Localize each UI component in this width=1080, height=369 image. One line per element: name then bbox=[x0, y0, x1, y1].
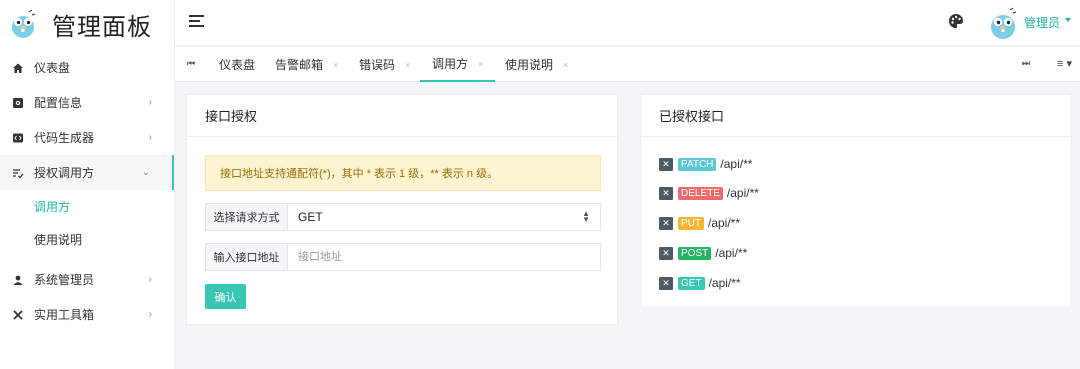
gopher-logo-icon bbox=[12, 9, 36, 38]
tab-label: 调用方 bbox=[432, 57, 469, 71]
path-row: 输入接口地址 bbox=[205, 243, 601, 271]
user-menu[interactable]: 管理员 bbox=[1024, 14, 1060, 31]
tab-alert-email[interactable]: 告警邮箱 × bbox=[275, 47, 338, 82]
method-value: GET bbox=[298, 210, 323, 224]
sidebar-item-label: 实用工具箱 bbox=[34, 308, 95, 322]
remove-icon[interactable]: ✕ bbox=[659, 276, 673, 290]
tab-menu-icon[interactable]: ≡ ▾ bbox=[1057, 57, 1072, 70]
sidebar-item-codegen[interactable]: 代码生成器 › bbox=[0, 120, 174, 155]
method-row: 选择请求方式 GET ▲ ▼ bbox=[205, 203, 601, 231]
card-title: 已授权接口 bbox=[641, 95, 1071, 137]
api-item: ✕ POST /api/** bbox=[659, 245, 747, 261]
close-icon[interactable]: × bbox=[405, 60, 410, 70]
sidebar: 管理面板 仪表盘 配置信息 › 代码生成器 › 授权调用方 ⌄ 调用方 使用说明… bbox=[0, 0, 175, 369]
sidebar-item-dashboard[interactable]: 仪表盘 bbox=[0, 50, 174, 85]
avatar[interactable] bbox=[986, 6, 1020, 40]
confirm-button[interactable]: 确认 bbox=[205, 284, 246, 309]
sidebar-item-admins[interactable]: 系统管理员 › bbox=[0, 262, 174, 297]
caret-down-icon[interactable] bbox=[1065, 18, 1071, 22]
chevron-right-icon: › bbox=[148, 309, 152, 320]
method-badge: GET bbox=[678, 276, 705, 290]
tab-dashboard[interactable]: 仪表盘 bbox=[219, 47, 255, 82]
method-badge: POST bbox=[678, 246, 712, 260]
sidebar-item-config[interactable]: 配置信息 › bbox=[0, 85, 174, 120]
method-badge: DELETE bbox=[678, 186, 723, 200]
wildcard-hint-alert: 接口地址支持通配符(*)，其中 * 表示 1 级，** 表示 n 级。 bbox=[205, 155, 601, 191]
tab-scroll-left-icon[interactable]: ⏮ bbox=[187, 58, 195, 69]
api-path: /api/** bbox=[708, 276, 741, 290]
auth-form-card: 接口授权 接口地址支持通配符(*)，其中 * 表示 1 级，** 表示 n 级。… bbox=[186, 94, 618, 325]
api-item: ✕ PATCH /api/** bbox=[659, 156, 752, 172]
palette-icon[interactable] bbox=[948, 13, 964, 29]
sidebar-item-label: 授权调用方 bbox=[34, 166, 95, 180]
api-item: ✕ GET /api/** bbox=[659, 275, 741, 291]
sidebar-item-toolbox[interactable]: 实用工具箱 › bbox=[0, 297, 174, 332]
tools-icon bbox=[12, 309, 24, 321]
chevron-down-icon: ⌄ bbox=[141, 167, 150, 178]
close-icon[interactable]: × bbox=[478, 59, 483, 69]
menu-toggle-icon[interactable] bbox=[189, 15, 204, 27]
path-label: 输入接口地址 bbox=[206, 244, 288, 270]
remove-icon[interactable]: ✕ bbox=[659, 216, 673, 230]
close-icon[interactable]: × bbox=[563, 60, 568, 70]
tab-usage[interactable]: 使用说明 × bbox=[505, 47, 568, 82]
remove-icon[interactable]: ✕ bbox=[659, 157, 673, 171]
card-title: 接口授权 bbox=[187, 95, 617, 137]
home-icon bbox=[12, 62, 24, 74]
close-icon[interactable]: × bbox=[333, 60, 338, 70]
chevron-right-icon: › bbox=[148, 274, 152, 285]
chevron-right-icon: › bbox=[148, 97, 152, 108]
sidebar-item-label: 系统管理员 bbox=[34, 273, 95, 287]
tab-error-codes[interactable]: 错误码 × bbox=[359, 47, 410, 82]
sidebar-item-label: 仪表盘 bbox=[34, 61, 71, 75]
top-header: 管理员 bbox=[175, 0, 1080, 46]
logo[interactable]: 管理面板 bbox=[0, 0, 174, 48]
method-label: 选择请求方式 bbox=[206, 204, 288, 230]
api-path: /api/** bbox=[715, 246, 748, 260]
chevron-right-icon: › bbox=[148, 132, 152, 143]
code-icon bbox=[12, 132, 24, 144]
method-badge: PATCH bbox=[678, 157, 717, 171]
tab-label: 仪表盘 bbox=[219, 58, 256, 72]
sidebar-item-label: 代码生成器 bbox=[34, 131, 95, 145]
tab-bar: ⏮ 仪表盘 告警邮箱 × 错误码 × 调用方 × 使用说明 × ⏭ ≡ ▾ bbox=[175, 47, 1080, 82]
app-title: 管理面板 bbox=[52, 13, 152, 41]
tab-scroll-right-icon[interactable]: ⏭ bbox=[1022, 58, 1030, 69]
api-path: /api/** bbox=[708, 216, 741, 230]
select-arrows-icon: ▲ ▼ bbox=[582, 209, 590, 224]
path-input[interactable] bbox=[288, 244, 600, 270]
api-path: /api/** bbox=[720, 157, 753, 171]
method-badge: PUT bbox=[678, 216, 704, 230]
method-select[interactable]: GET ▲ ▼ bbox=[288, 204, 600, 230]
tab-callers[interactable]: 调用方 × bbox=[420, 47, 496, 82]
tab-label: 使用说明 bbox=[505, 58, 554, 72]
remove-icon[interactable]: ✕ bbox=[659, 246, 673, 260]
tab-label: 错误码 bbox=[359, 58, 396, 72]
api-item: ✕ PUT /api/** bbox=[659, 215, 740, 231]
authorized-api-card: 已授权接口 ✕ PATCH /api/** ✕ DELETE /api/** ✕… bbox=[640, 94, 1072, 308]
gear-icon bbox=[12, 97, 24, 109]
sidebar-item-label: 配置信息 bbox=[34, 96, 83, 110]
user-icon bbox=[12, 274, 24, 286]
sidebar-subitem-callers[interactable]: 调用方 bbox=[0, 190, 174, 223]
list-check-icon bbox=[12, 167, 24, 179]
api-path: /api/** bbox=[726, 186, 759, 200]
sidebar-subitem-usage[interactable]: 使用说明 bbox=[0, 223, 174, 256]
api-item: ✕ DELETE /api/** bbox=[659, 185, 759, 201]
remove-icon[interactable]: ✕ bbox=[659, 186, 673, 200]
sidebar-menu: 仪表盘 配置信息 › 代码生成器 › 授权调用方 ⌄ 调用方 使用说明 系统管理… bbox=[0, 50, 174, 332]
tab-label: 告警邮箱 bbox=[275, 58, 324, 72]
sidebar-item-auth-caller[interactable]: 授权调用方 ⌄ bbox=[0, 155, 174, 190]
